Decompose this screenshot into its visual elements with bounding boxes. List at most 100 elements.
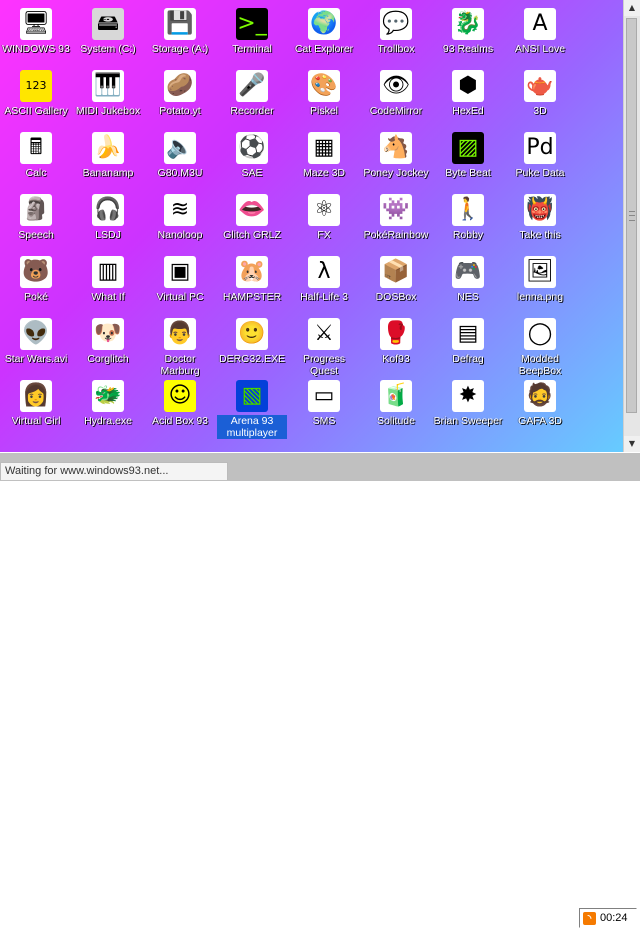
desktop-icon-gafa-3d[interactable]: 🧔 GAFA 3D	[505, 380, 575, 427]
desktop-icon-lenna-png[interactable]: 🖼 lenna.png	[505, 256, 575, 303]
desktop-icon-g80-m3u[interactable]: 🔈 G80.M3U	[145, 132, 215, 179]
desktop-icon-cat-explorer[interactable]: 🌍 Cat Explorer	[289, 8, 359, 55]
desktop-icon-take-this[interactable]: 👹 Take this	[505, 194, 575, 241]
desktop-icon-windows-93[interactable]: 🖥 WINDOWS 93	[1, 8, 71, 55]
desktop-icon-brian-sweeper[interactable]: ✸ Brian Sweeper	[433, 380, 503, 427]
desktop-icon-star-wars-avi[interactable]: 👽 Star Wars.avi	[1, 318, 71, 365]
speech-icon: 🗿	[20, 194, 52, 226]
desktop-icon-terminal[interactable]: >_ Terminal	[217, 8, 287, 55]
icon-label: Calc	[25, 167, 47, 179]
desktop-icon-ansi-love[interactable]: A ANSI Love	[505, 8, 575, 55]
icon-label: Virtual Girl	[11, 415, 61, 427]
desktop-icon-potato-yt[interactable]: 🥔 Potato.yt	[145, 70, 215, 117]
system-tray: ◝ 00:24	[579, 908, 637, 928]
desktop-icon-acid-box-93[interactable]: ☺ Acid Box 93	[145, 380, 215, 427]
desktop-icon-solitude[interactable]: 🧃 Solitude	[361, 380, 431, 427]
midi-jukebox-icon: 🎹	[92, 70, 124, 102]
icon-label: Glitch GRLZ	[223, 229, 281, 241]
hampster-icon: 🐹	[236, 256, 268, 288]
pok-rainbow-icon: 👾	[380, 194, 412, 226]
take-this-icon: 👹	[524, 194, 556, 226]
virtual-girl-icon: 👩	[20, 380, 52, 412]
cat-explorer-icon: 🌍	[308, 8, 340, 40]
desktop-icon-derg32-exe[interactable]: 🙂 DERG32.EXE	[217, 318, 287, 365]
vertical-scrollbar[interactable]: ▲ ▼	[623, 0, 640, 452]
desktop-icon-modded-beepbox[interactable]: ◯ Modded BeepBox	[505, 318, 575, 377]
desktop-icon-nanoloop[interactable]: ≋ Nanoloop	[145, 194, 215, 241]
defrag-icon: ▤	[452, 318, 484, 350]
icon-label: Half-Life 3	[300, 291, 348, 303]
desktop-icon-recorder[interactable]: 🎤 Recorder	[217, 70, 287, 117]
desktop-icon-kof93[interactable]: 🥊 Kof93	[361, 318, 431, 365]
scroll-thumb[interactable]	[626, 18, 637, 413]
desktop-icon-glitch-grlz[interactable]: 👄 Glitch GRLZ	[217, 194, 287, 241]
storage-a-icon: 💾	[164, 8, 196, 40]
calc-icon: 🖩	[20, 132, 52, 164]
desktop-icon-speech[interactable]: 🗿 Speech	[1, 194, 71, 241]
icon-label: System (C:)	[80, 43, 136, 55]
icon-label: Poney Jockey	[363, 167, 429, 179]
desktop-icon-nes[interactable]: 🎮 NES	[433, 256, 503, 303]
ascii-gallery-icon: 123	[20, 70, 52, 102]
desktop-icon-robby[interactable]: 🚶 Robby	[433, 194, 503, 241]
desktop-icon-byte-beat[interactable]: ▨ Byte Beat	[433, 132, 503, 179]
desktop-icon-pok[interactable]: 🐻 Poké	[1, 256, 71, 303]
desktop-icon-storage-a[interactable]: 💾 Storage (A:)	[145, 8, 215, 55]
desktop-icon-hampster[interactable]: 🐹 HAMPSTER	[217, 256, 287, 303]
icon-label: Recorder	[230, 105, 274, 117]
desktop-icon-calc[interactable]: 🖩 Calc	[1, 132, 71, 179]
nanoloop-icon: ≋	[164, 194, 196, 226]
g80-m3u-icon: 🔈	[164, 132, 196, 164]
desktop-icon-hydra-exe[interactable]: 🐲 Hydra.exe	[73, 380, 143, 427]
icon-label: PokéRainbow	[363, 229, 429, 241]
desktop-icon-3d[interactable]: 🫖 3D	[505, 70, 575, 117]
what-if-icon: ▥	[92, 256, 124, 288]
rss-icon[interactable]: ◝	[583, 911, 596, 925]
desktop-icon-dosbox[interactable]: 📦 DOSBox	[361, 256, 431, 303]
desktop-icon-codemirror[interactable]: 👁 CodeMirror	[361, 70, 431, 117]
desktop-icon-doctor-marburg[interactable]: 👨 Doctor Marburg	[145, 318, 215, 377]
scroll-down-button[interactable]: ▼	[624, 436, 640, 452]
desktop-icon-arena-93-multiplayer[interactable]: ▧ Arena 93 multiplayer	[217, 380, 287, 439]
desktop-icon-half-life-3[interactable]: λ Half-Life 3	[289, 256, 359, 303]
desktop-icon-poney-jockey[interactable]: 🐴 Poney Jockey	[361, 132, 431, 179]
arena-93-multiplayer-icon: ▧	[236, 380, 268, 412]
progress-quest-icon: ⚔	[308, 318, 340, 350]
scroll-up-button[interactable]: ▲	[624, 0, 640, 16]
glitch-grlz-icon: 👄	[236, 194, 268, 226]
pok-icon: 🐻	[20, 256, 52, 288]
desktop-icon-pok-rainbow[interactable]: 👾 PokéRainbow	[361, 194, 431, 241]
icon-label: DERG32.EXE	[219, 353, 285, 365]
desktop-icon-piskel[interactable]: 🎨 Piskel	[289, 70, 359, 117]
icon-label: LSDJ	[95, 229, 121, 241]
desktop-icon-maze-3d[interactable]: ▦ Maze 3D	[289, 132, 359, 179]
desktop-icon-what-if[interactable]: ▥ What If	[73, 256, 143, 303]
desktop-icon-system-c[interactable]: 🖴 System (C:)	[73, 8, 143, 55]
desktop-icon-ascii-gallery[interactable]: 123 ASCII Gallery	[1, 70, 71, 117]
desktop-icon-fx[interactable]: ⚛ FX	[289, 194, 359, 241]
desktop-icon-corglitch[interactable]: 🐶 Corglitch	[73, 318, 143, 365]
desktop-icon-trollbox[interactable]: 💬 Trollbox	[361, 8, 431, 55]
half-life-3-icon: λ	[308, 256, 340, 288]
desktop-icon-virtual-girl[interactable]: 👩 Virtual Girl	[1, 380, 71, 427]
acid-box-93-icon: ☺	[164, 380, 196, 412]
desktop-icon-virtual-pc[interactable]: ▣ Virtual PC	[145, 256, 215, 303]
desktop-icon-defrag[interactable]: ▤ Defrag	[433, 318, 503, 365]
desktop[interactable]: 🖥 WINDOWS 93 🖴 System (C:) 💾 Storage (A:) >_ Te…	[0, 0, 624, 452]
icon-label: Potato.yt	[159, 105, 201, 117]
desktop-icon-bananamp[interactable]: 🍌 Bananamp	[73, 132, 143, 179]
desktop-icon-progress-quest[interactable]: ⚔ Progress Quest	[289, 318, 359, 377]
3d-icon: 🫖	[524, 70, 556, 102]
desktop-icon-lsdj[interactable]: 🎧 LSDJ	[73, 194, 143, 241]
icon-label: HAMPSTER	[222, 291, 282, 303]
desktop-icon-puke-data[interactable]: Pd Puke Data	[505, 132, 575, 179]
desktop-icon-sms[interactable]: ▭ SMS	[289, 380, 359, 427]
icon-label: 93 Realms	[442, 43, 494, 55]
desktop-icon-sae[interactable]: ⚽ SAE	[217, 132, 287, 179]
desktop-icon-hexed[interactable]: ⬢ HexEd	[433, 70, 503, 117]
icon-label: Speech	[18, 229, 54, 241]
desktop-icon-93-realms[interactable]: 🐉 93 Realms	[433, 8, 503, 55]
desktop-icon-midi-jukebox[interactable]: 🎹 MIDI Jukebox	[73, 70, 143, 117]
icon-label: WINDOWS 93	[2, 43, 70, 55]
nes-icon: 🎮	[452, 256, 484, 288]
